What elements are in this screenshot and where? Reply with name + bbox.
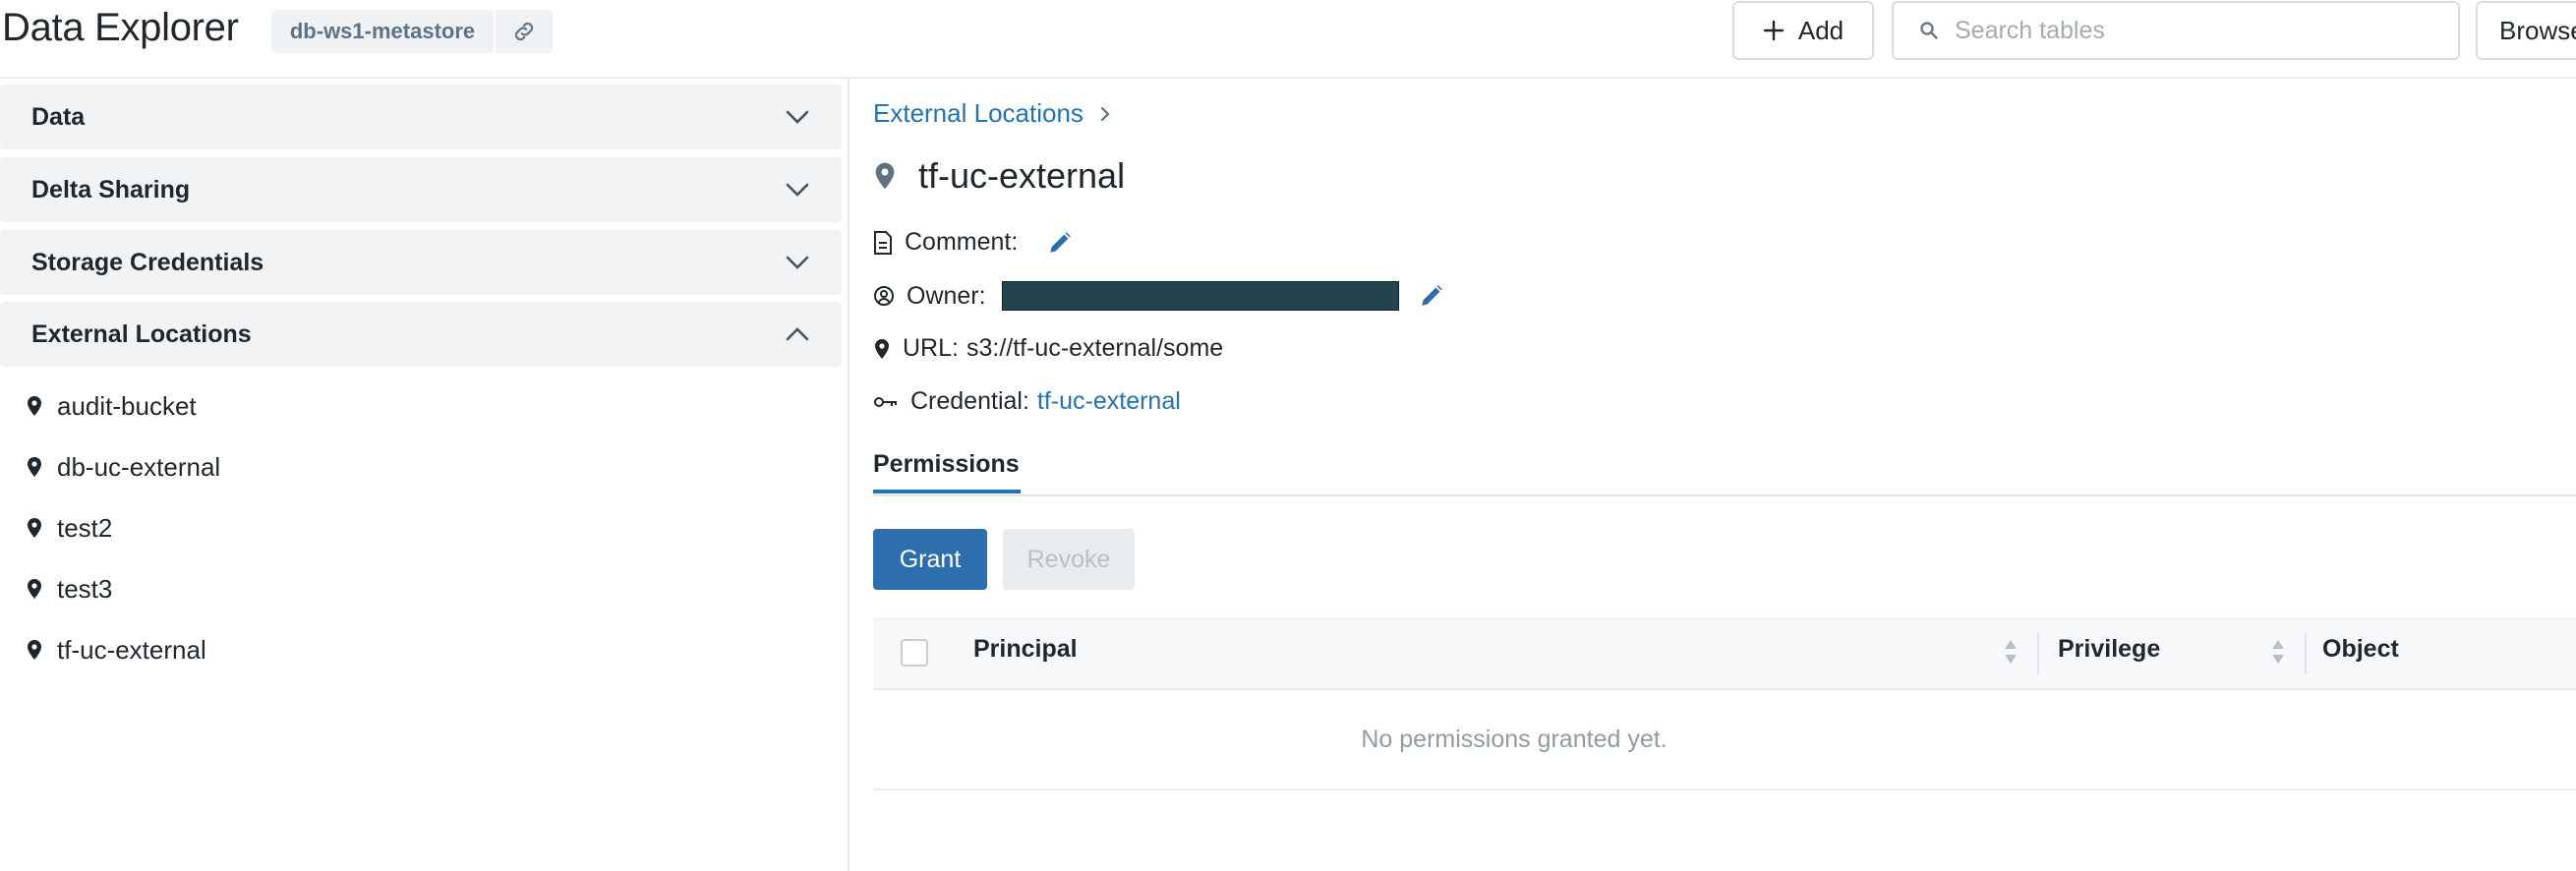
document-icon [874,230,892,255]
sidebar-section-label: Data [31,102,86,131]
sidebar-section-external-locations[interactable]: External Locations [0,302,842,367]
key-icon [874,396,897,407]
location-item-label: tf-uc-external [57,634,206,665]
column-separator [2305,633,2307,674]
plus-icon [1763,20,1785,41]
location-item-label: audit-bucket [57,390,197,421]
add-button-label: Add [1797,15,1844,45]
credential-link[interactable]: tf-uc-external [1037,387,1181,416]
empty-state-text: No permissions granted yet. [1361,726,1668,753]
breadcrumb: External Locations [873,98,1111,129]
map-pin-icon [28,457,41,477]
select-all-checkbox[interactable] [901,639,928,667]
chevron-down-icon [786,110,809,124]
user-circle-icon [874,286,894,306]
column-separator [2037,633,2039,674]
copy-link-button[interactable] [496,10,553,53]
table-bottom-border [873,788,2576,790]
page-title: tf-uc-external [873,155,1125,197]
location-item-test2[interactable]: test2 [26,506,112,550]
location-item-tf-uc-external[interactable]: tf-uc-external [26,628,206,671]
link-icon [514,22,534,41]
map-pin-icon [28,579,41,599]
url-value: s3://tf-uc-external/some [966,334,1224,362]
pencil-icon [1050,231,1072,253]
search-box[interactable] [1892,1,2460,60]
comment-row: Comment: [873,228,1073,257]
sidebar-section-delta-sharing[interactable]: Delta Sharing [0,157,842,222]
url-label: URL: [903,334,959,362]
map-pin-icon [28,396,41,416]
chevron-down-icon [786,183,809,197]
search-input[interactable] [1953,15,2429,46]
map-pin-icon [875,338,889,359]
location-item-test3[interactable]: test3 [26,567,112,610]
location-item-audit-bucket[interactable]: audit-bucket [26,384,197,428]
browse-button[interactable]: Browse [2476,1,2576,60]
map-pin-icon [28,640,41,660]
chevron-up-icon [786,327,809,341]
grant-button[interactable]: Grant [873,529,987,590]
sidebar-section-label: External Locations [31,319,252,348]
sidebar-section-data[interactable]: Data [0,85,842,149]
tab-permissions[interactable]: Permissions [873,450,1020,479]
pencil-icon [1421,285,1442,306]
url-row: URL: s3://tf-uc-external/some [873,334,1223,363]
credential-label: Credential: [910,387,1029,415]
location-item-label: db-uc-external [57,451,221,482]
header-divider [0,77,2576,79]
browse-button-label: Browse [2499,15,2576,45]
credential-row: Credential: tf-uc-external [873,387,1181,416]
sort-icon[interactable] [2004,637,2018,667]
location-title: tf-uc-external [918,155,1126,196]
metastore-tag: db-ws1-metastore [271,10,494,53]
edit-owner-button[interactable] [1419,283,1444,309]
tab-divider [873,494,2576,496]
column-privilege[interactable]: Privilege [2058,635,2160,664]
search-icon [1920,22,1938,39]
top-header: Data Explorer db-ws1-metastore Add Brows… [0,0,2576,67]
chevron-right-icon [1100,106,1110,121]
tab-active-indicator [873,490,1021,494]
permissions-table-header: Principal Privilege Object [873,617,2576,690]
sidebar-section-label: Delta Sharing [31,175,191,203]
sidebar-section-storage-credentials[interactable]: Storage Credentials [0,230,842,295]
sidebar-divider [848,79,849,871]
sort-icon[interactable] [2271,637,2285,667]
chevron-down-icon [786,256,809,269]
edit-comment-button[interactable] [1047,230,1073,256]
location-item-label: test2 [57,512,113,543]
page-app-title: Data Explorer [2,6,239,49]
owner-redacted [1001,281,1399,311]
comment-label: Comment: [905,228,1019,256]
map-pin-icon [28,518,41,538]
map-pin-icon [875,162,895,190]
sidebar-section-label: Storage Credentials [31,248,264,276]
breadcrumb-external-locations[interactable]: External Locations [873,98,1083,129]
location-item-db-uc-external[interactable]: db-uc-external [26,445,220,489]
column-object[interactable]: Object [2322,635,2399,664]
revoke-button: Revoke [1003,529,1135,590]
owner-row: Owner: [873,281,1444,311]
column-principal[interactable]: Principal [973,635,1078,664]
owner-label: Owner: [907,281,986,310]
location-item-label: test3 [57,573,113,604]
add-button[interactable]: Add [1732,1,1874,60]
